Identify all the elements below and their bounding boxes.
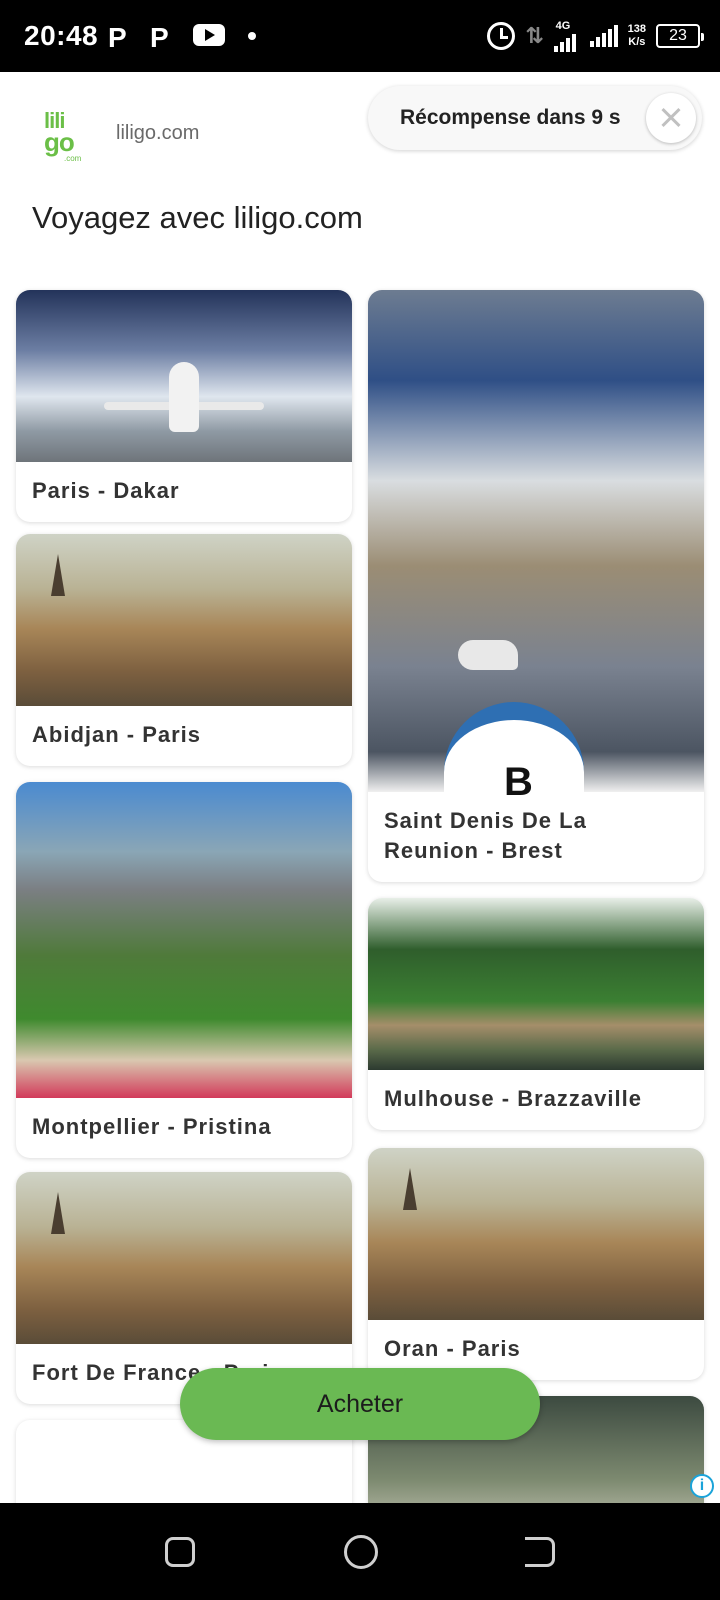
destination-card[interactable]: Oran - Paris — [368, 1148, 704, 1380]
card-label: Oran - Paris — [384, 1336, 521, 1361]
network-type: 4G — [553, 20, 580, 52]
card-label: Paris - Dakar — [32, 478, 180, 503]
destination-card[interactable]: Abidjan - Paris — [16, 534, 352, 766]
card-label: Mulhouse - Brazzaville — [384, 1086, 642, 1111]
notification-dot-icon — [248, 32, 256, 40]
destination-card[interactable]: Mulhouse - Brazzaville — [368, 898, 704, 1130]
youtube-icon — [193, 24, 225, 46]
navigation-bar — [0, 1503, 720, 1600]
card-label: Saint Denis De La Reunion - Brest — [384, 808, 587, 863]
destination-card[interactable]: Montpellier - Pristina — [16, 782, 352, 1158]
destination-card[interactable]: Paris - Dakar — [16, 290, 352, 522]
status-icons: ⇅ 4G 138 K/s 23 — [487, 18, 704, 54]
airplane-image — [16, 290, 352, 462]
harbor-image: B — [368, 290, 704, 804]
page-title: Voyagez avec liligo.com — [32, 200, 363, 235]
ad-info-icon[interactable]: i — [690, 1474, 714, 1498]
destination-card[interactable]: B Saint Denis De La Reunion - Brest — [368, 290, 704, 882]
battery-icon: 23 — [656, 24, 704, 48]
recent-apps-icon[interactable] — [165, 1537, 195, 1567]
battery-level: 23 — [669, 27, 687, 44]
liligo-logo: lili go .com — [44, 108, 82, 164]
status-bar: 20:48 P P ⇅ 4G 138 K/s 23 — [0, 0, 720, 72]
card-label: Abidjan - Paris — [32, 722, 202, 747]
paris-image — [16, 534, 352, 706]
signal-icon — [553, 30, 576, 52]
network-speed: 138 K/s — [627, 23, 646, 48]
card-label: Montpellier - Pristina — [32, 1114, 272, 1139]
alarm-icon — [487, 22, 516, 50]
paris-image — [16, 1172, 352, 1344]
signal-icon — [589, 25, 618, 47]
buy-button[interactable]: Acheter — [180, 1368, 540, 1440]
paris-image — [368, 1148, 704, 1320]
tropical-image — [368, 898, 704, 1070]
montpellier-image — [16, 782, 352, 1098]
home-icon[interactable] — [344, 1535, 378, 1569]
reward-countdown: Récompense dans 9 s — [368, 86, 702, 150]
data-activity-icon: ⇅ — [525, 23, 544, 48]
reward-text: Récompense dans 9 s — [400, 106, 621, 129]
status-time: 20:48 — [24, 20, 99, 51]
parking-app-icon: P — [108, 22, 127, 53]
advertiser-domain: liligo.com — [116, 122, 200, 144]
parking-app-icon: P — [150, 22, 169, 53]
back-icon[interactable] — [525, 1537, 555, 1567]
ad-screen: lili go .com liligo.com Récompense dans … — [0, 72, 720, 1503]
close-icon[interactable] — [646, 93, 696, 143]
